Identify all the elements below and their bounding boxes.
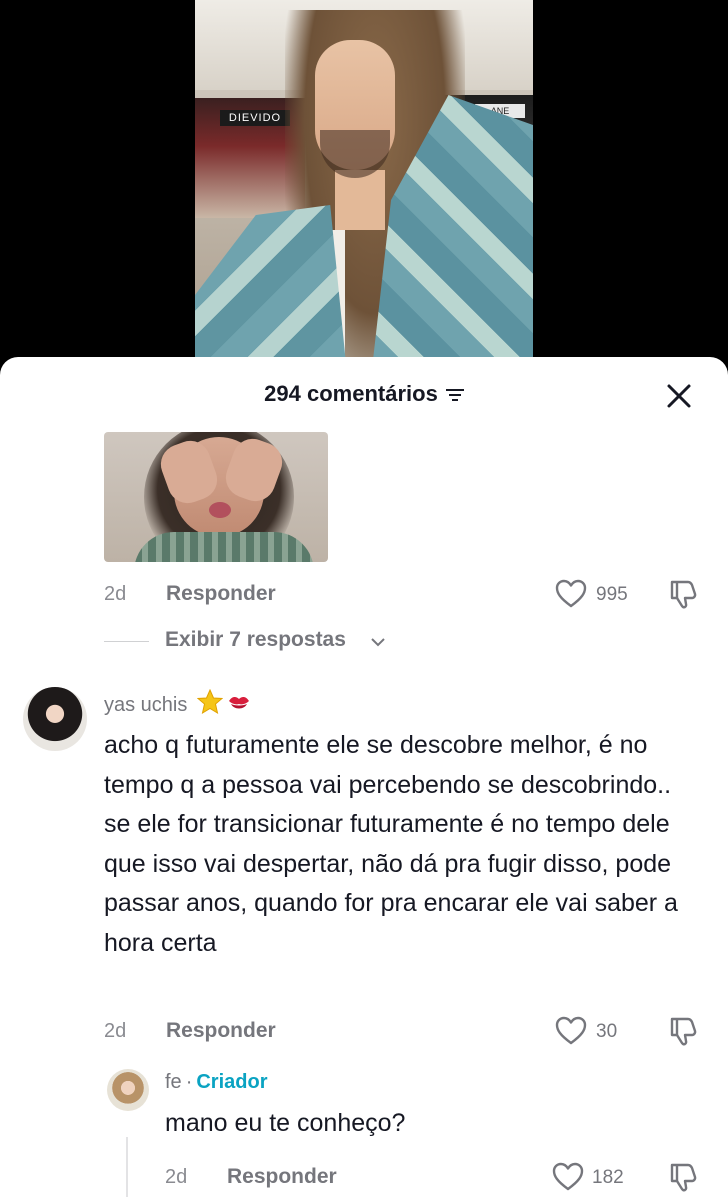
- like-count: 995: [596, 584, 628, 605]
- avatar[interactable]: [23, 687, 87, 751]
- view-replies-label: Exibir 7 respostas: [165, 628, 346, 651]
- video-store-sign-left: DIEVIDO: [220, 110, 290, 126]
- divider-line: [104, 641, 149, 642]
- creator-badge: Criador: [196, 1071, 268, 1093]
- reply-button[interactable]: Responder: [166, 582, 276, 606]
- separator-dot: ·: [185, 1071, 193, 1093]
- comment-text: acho q futuramente ele se descobre melho…: [104, 731, 678, 957]
- chevron-down-icon: [371, 638, 385, 647]
- comment-meta-row: 2d Responder 995: [0, 575, 728, 615]
- comments-count-label: 294 comentários: [264, 381, 438, 406]
- reply-text: mano eu te conheço?: [165, 1109, 406, 1137]
- reply-username[interactable]: fe · Criador: [165, 1071, 267, 1094]
- reply-button[interactable]: Responder: [227, 1165, 337, 1189]
- heart-icon[interactable]: [554, 1014, 588, 1048]
- reply-button[interactable]: Responder: [166, 1019, 276, 1043]
- sort-lines-icon[interactable]: [445, 388, 464, 402]
- reply-username-label: fe: [165, 1071, 182, 1093]
- gif-shirt: [134, 532, 314, 562]
- dislike-icon[interactable]: [666, 577, 700, 611]
- heart-icon[interactable]: [554, 577, 588, 611]
- comments-title[interactable]: 294 comentários: [0, 381, 728, 407]
- close-icon[interactable]: [664, 381, 694, 411]
- comments-header: 294 comentários: [0, 357, 728, 433]
- video-preview[interactable]: DIEVIDO ANE: [195, 0, 533, 372]
- username-label: yas uchis: [104, 694, 188, 716]
- gif-mouth: [209, 502, 231, 518]
- dislike-icon[interactable]: [666, 1160, 700, 1194]
- dislike-icon[interactable]: [666, 1014, 700, 1048]
- comment-username[interactable]: yas uchis: [104, 689, 251, 717]
- video-person-neck: [335, 170, 385, 230]
- comment-time: 2d: [104, 583, 127, 605]
- kiss-mark-icon: [228, 696, 249, 709]
- like-count: 30: [596, 1021, 618, 1042]
- comments-sheet: 294 comentários 2d Responder 995 Exibir …: [0, 357, 728, 1200]
- heart-icon[interactable]: [551, 1160, 585, 1194]
- reply-meta-row: 2d Responder 182: [0, 1158, 728, 1198]
- comment-time: 2d: [104, 1020, 127, 1042]
- comment-meta-row: 2d Responder 30: [0, 1012, 728, 1052]
- reply-time: 2d: [165, 1166, 188, 1188]
- like-count: 182: [592, 1167, 624, 1188]
- comment-gif-image[interactable]: [104, 432, 328, 562]
- avatar[interactable]: [107, 1069, 149, 1111]
- star-icon: [196, 689, 223, 715]
